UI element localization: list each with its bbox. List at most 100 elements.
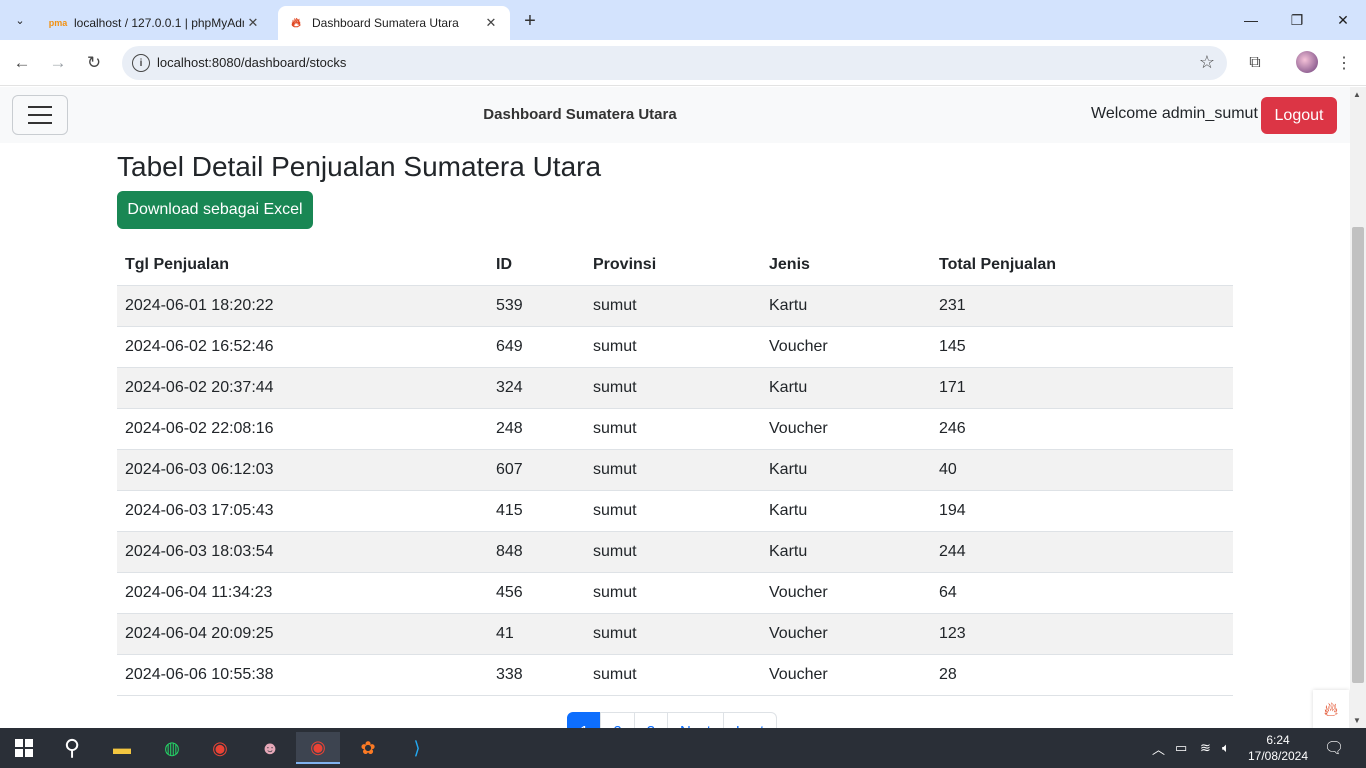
table-cell: 2024-06-03 06:12:03 [117,449,488,491]
table-cell: sumut [585,572,761,614]
table-cell: sumut [585,408,761,450]
download-excel-button[interactable]: Download sebagai Excel [117,191,313,229]
menu-kebab-icon[interactable]: ⋮ [1332,51,1356,75]
table-cell: Voucher [761,408,931,450]
table-row: 2024-06-04 20:09:25 41 sumut Voucher 123 [117,613,1233,655]
table-cell: 539 [488,285,585,327]
page-viewport: Dashboard Sumatera Utara Welcome admin_s… [0,87,1350,728]
volume-icon[interactable]: 🔈︎ [1222,728,1230,768]
page-link-1[interactable]: 1 [567,712,602,728]
tab-title: Dashboard Sumatera Utara [312,16,459,30]
browser-tab-phpmyadmin[interactable]: pma localhost / 127.0.0.1 | phpMyAdmin ✕ [40,6,272,40]
table-cell: sumut [585,367,761,409]
search-icon[interactable]: ⚲ [50,732,94,764]
chrome-profile-icon[interactable]: ◉ [296,732,340,764]
table-cell: 2024-06-03 18:03:54 [117,531,488,573]
logout-button[interactable]: Logout [1261,97,1337,134]
xampp-icon[interactable]: ✿ [346,732,390,764]
wifi-icon[interactable]: ≋ [1200,728,1211,768]
page-scrollbar[interactable]: ▲ ▼ [1350,87,1366,728]
table-row: 2024-06-01 18:20:22 539 sumut Kartu 231 [117,285,1233,327]
table-cell: 2024-06-02 16:52:46 [117,326,488,368]
column-header: Provinsi [585,245,761,286]
app-avatar-icon[interactable]: ☻ [248,732,292,764]
url-text[interactable]: localhost:8080/dashboard/stocks [157,55,346,70]
table-cell: sumut [585,654,761,696]
site-info-icon[interactable]: i [132,54,150,72]
scrollbar-thumb[interactable] [1352,227,1364,683]
page-link-3[interactable]: 3 [633,712,669,728]
table-row: 2024-06-02 20:37:44 324 sumut Kartu 171 [117,367,1233,409]
table-cell: Voucher [761,654,931,696]
page-link-last[interactable]: Last [722,712,778,728]
table-cell: 607 [488,449,585,491]
bookmark-star-icon[interactable]: ☆ [1199,52,1215,73]
table-cell: 244 [931,531,1233,573]
forward-icon[interactable]: → [44,49,72,77]
table-cell: 2024-06-02 20:37:44 [117,367,488,409]
table-cell: 28 [931,654,1233,696]
page-link-next[interactable]: Next [667,712,724,728]
close-icon[interactable]: ✕ [482,14,500,32]
table-header-row: Tgl Penjualan ID Provinsi Jenis Total Pe… [117,245,1233,286]
restore-icon[interactable]: ❐ [1274,0,1320,40]
taskbar-clock[interactable]: 6:24 17/08/2024 [1238,732,1318,764]
file-explorer-icon[interactable]: ▬ [100,732,144,764]
table-cell: 64 [931,572,1233,614]
table-cell: 324 [488,367,585,409]
table-cell: Kartu [761,285,931,327]
table-cell: 123 [931,613,1233,655]
table-row: 2024-06-03 06:12:03 607 sumut Kartu 40 [117,449,1233,491]
table-cell: 194 [931,490,1233,532]
table-cell: sumut [585,531,761,573]
vscode-icon[interactable]: ⟩ [395,732,439,764]
table-cell: 246 [931,408,1233,450]
table-cell: 338 [488,654,585,696]
extensions-icon[interactable]: ⧉ [1243,51,1267,75]
battery-icon[interactable]: ▭ [1175,728,1187,768]
close-icon[interactable]: ✕ [244,14,262,32]
navbar-brand[interactable]: Dashboard Sumatera Utara [0,106,1160,123]
new-tab-icon[interactable]: + [518,9,542,33]
scroll-down-icon[interactable]: ▼ [1353,716,1361,725]
sales-table: Tgl Penjualan ID Provinsi Jenis Total Pe… [117,245,1233,696]
chrome-icon[interactable]: ◉ [198,732,242,764]
column-header: ID [488,245,585,286]
table-cell: Voucher [761,326,931,368]
table-cell: 2024-06-03 17:05:43 [117,490,488,532]
scroll-up-icon[interactable]: ▲ [1353,90,1361,99]
table-cell: 2024-06-04 20:09:25 [117,613,488,655]
table-cell: 649 [488,326,585,368]
window-close-icon[interactable]: ✕ [1320,0,1366,40]
reload-icon[interactable]: ↻ [80,49,108,77]
notifications-icon[interactable]: 🗨︎ [1324,728,1344,768]
page-link-2[interactable]: 2 [600,712,635,728]
column-header: Total Penjualan [931,245,1233,286]
browser-toolbar: ← → ↻ i localhost:8080/dashboard/stocks … [0,40,1366,86]
back-icon[interactable]: ← [8,49,36,77]
tab-search-icon[interactable]: ⌄ [8,8,32,32]
minimize-icon[interactable]: — [1228,0,1274,40]
table-cell: 2024-06-04 11:34:23 [117,572,488,614]
windows-start-icon[interactable] [2,732,46,764]
profile-avatar[interactable] [1296,51,1318,73]
clock-time: 6:24 [1266,733,1290,747]
table-cell: 40 [931,449,1233,491]
table-row: 2024-06-03 17:05:43 415 sumut Kartu 194 [117,490,1233,532]
flame-icon: 🔥︎ [291,15,301,30]
table-cell: sumut [585,326,761,368]
tray-chevron-icon[interactable]: ︿ [1152,728,1165,768]
browser-tab-dashboard[interactable]: 🔥︎ Dashboard Sumatera Utara ✕ [278,6,510,40]
whatsapp-icon[interactable]: ◍ [150,732,194,764]
page-title: Tabel Detail Penjualan Sumatera Utara [117,151,602,182]
app-navbar: Dashboard Sumatera Utara Welcome admin_s… [0,87,1350,143]
flame-icon[interactable]: 🔥︎ [1313,690,1349,728]
table-cell: Voucher [761,613,931,655]
table-cell: 2024-06-02 22:08:16 [117,408,488,450]
address-bar[interactable]: i localhost:8080/dashboard/stocks ☆ [122,46,1227,80]
table-row: 2024-06-04 11:34:23 456 sumut Voucher 64 [117,572,1233,614]
table-cell: 415 [488,490,585,532]
table-cell: 848 [488,531,585,573]
table-cell: Kartu [761,490,931,532]
table-cell: Voucher [761,572,931,614]
